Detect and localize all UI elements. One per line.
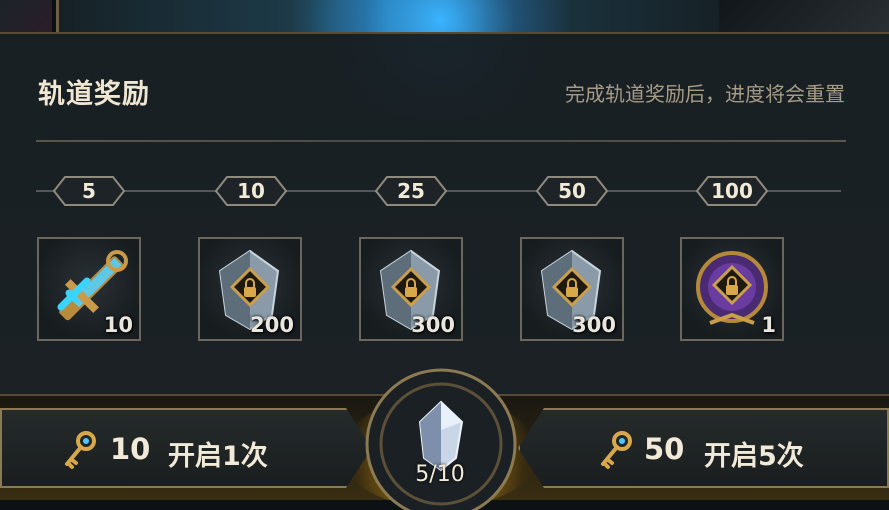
open-five-cost: 50 bbox=[644, 432, 685, 466]
reward-slot-key-sword[interactable]: 10 bbox=[37, 237, 141, 341]
open-once-button[interactable]: 10 开启1次 bbox=[0, 408, 372, 488]
milestone-badge: 50 bbox=[536, 176, 608, 206]
reward-slot-crystal[interactable]: 200 bbox=[198, 237, 302, 341]
milestone-label: 5 bbox=[82, 179, 96, 203]
background-left-art bbox=[0, 0, 52, 34]
milestone-label: 10 bbox=[237, 179, 265, 203]
reward-slot-crystal[interactable]: 300 bbox=[520, 237, 624, 341]
milestone-badge: 10 bbox=[215, 176, 287, 206]
background-right-art bbox=[719, 0, 889, 34]
open-five-label: 开启5次 bbox=[704, 441, 804, 472]
reward-count: 300 bbox=[411, 313, 455, 337]
open-once-cost: 10 bbox=[110, 432, 151, 466]
reward-count: 1 bbox=[761, 313, 776, 337]
reward-slot-crystal[interactable]: 300 bbox=[359, 237, 463, 341]
milestone-badge: 5 bbox=[53, 176, 125, 206]
open-once-label: 开启1次 bbox=[168, 441, 268, 472]
crystal-progress-emblem bbox=[365, 368, 517, 510]
panel-reset-note: 完成轨道奖励后，进度将会重置 bbox=[565, 82, 845, 106]
open-five-button[interactable]: 50 开启5次 bbox=[518, 408, 889, 488]
reward-count: 200 bbox=[250, 313, 294, 337]
reward-slot-orb[interactable]: 1 bbox=[680, 237, 784, 341]
panel-divider bbox=[36, 140, 846, 142]
progress-counter: 5/10 bbox=[415, 462, 465, 487]
milestone-badge: 100 bbox=[696, 176, 768, 206]
milestone-label: 25 bbox=[397, 179, 425, 203]
key-icon bbox=[601, 431, 632, 469]
milestone-label: 100 bbox=[711, 179, 753, 203]
key-icon bbox=[65, 431, 96, 469]
reward-count: 300 bbox=[572, 313, 616, 337]
reward-count: 10 bbox=[103, 313, 133, 337]
panel-title: 轨道奖励 bbox=[38, 79, 150, 110]
milestone-label: 50 bbox=[558, 179, 586, 203]
milestone-badge: 25 bbox=[375, 176, 447, 206]
